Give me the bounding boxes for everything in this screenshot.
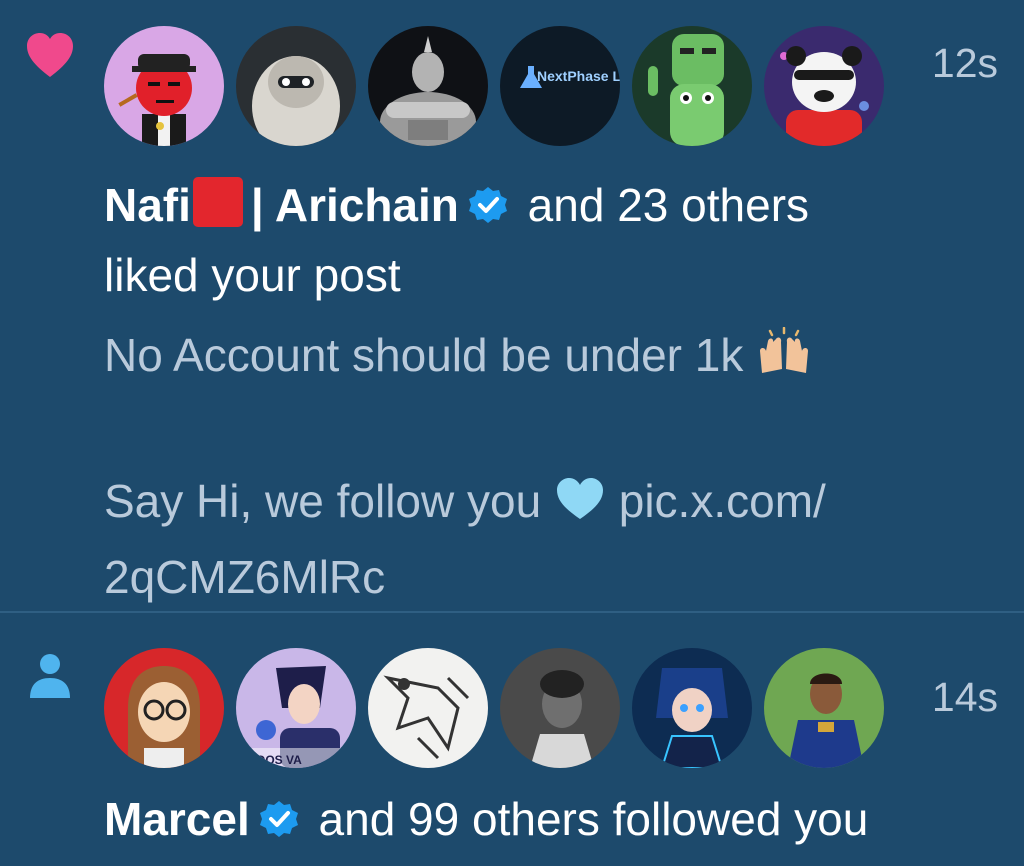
action-text: and 99 others followed you	[305, 793, 869, 845]
post-link-text-line3[interactable]: 2qCMZ6MlRc	[104, 542, 984, 612]
avatar-caption-text: ERDOS VA	[240, 753, 302, 767]
avatar-red-character[interactable]	[104, 26, 224, 146]
avatar-hooded-figure[interactable]	[236, 26, 356, 146]
avatar-sketch[interactable]	[368, 648, 488, 768]
action-text: and 23 others	[514, 179, 810, 231]
follow-notification[interactable]: ERDOS VA 14s Marcel and 99 others follow…	[0, 614, 1024, 866]
avatar-rhino-muscle[interactable]	[368, 26, 488, 146]
notification-divider	[0, 611, 1024, 613]
actor-name[interactable]: Nafi | Arichain	[104, 177, 459, 231]
post-text-line1: No Account should be under 1k	[104, 329, 744, 381]
post-line: No Account should be under 1k	[104, 320, 984, 396]
post-link-text[interactable]: pic.x.com/	[619, 475, 826, 527]
post-preview[interactable]: No Account should be under 1k Say Hi, we…	[104, 320, 984, 612]
notification-headline: Marcel and 99 others followed you	[104, 784, 1004, 854]
notification-headline: Nafi | Arichain and 23 others liked your …	[104, 170, 1004, 310]
person-icon	[28, 652, 72, 700]
post-text-line2: Say Hi, we follow you	[104, 475, 542, 527]
avatar-anime-blue[interactable]	[632, 648, 752, 768]
red-square-emoji	[192, 177, 243, 227]
avatar-nextphase-labs[interactable]: NextPhase Labs	[500, 26, 620, 146]
avatar-green-frog[interactable]	[632, 26, 752, 146]
raising-hands-emoji	[756, 326, 812, 396]
notification-time: 14s	[931, 674, 998, 720]
avatar-woman-bw[interactable]	[500, 648, 620, 768]
notifications-feed: NextPhase Labs	[0, 0, 1024, 866]
nextphase-logo-text: NextPhase Labs	[537, 68, 620, 84]
actor-name-suffix: | Arichain	[250, 179, 459, 231]
verified-badge-icon	[258, 799, 300, 841]
avatar-cricket-player[interactable]	[764, 648, 884, 768]
verified-badge-icon	[467, 185, 509, 227]
avatar-anime-boy[interactable]: ERDOS VA	[236, 648, 356, 768]
avatar-cartoon-glasses[interactable]	[104, 648, 224, 768]
light-blue-heart-emoji	[554, 472, 606, 542]
post-line: Say Hi, we follow you pic.x.com/	[104, 466, 984, 542]
actor-name-text: Nafi	[104, 179, 191, 231]
notification-time: 12s	[931, 40, 998, 86]
like-notification[interactable]: NextPhase Labs	[0, 0, 1024, 612]
heart-icon	[24, 30, 76, 82]
actor-name[interactable]: Marcel	[104, 793, 250, 845]
action-text-line2: liked your post	[104, 249, 401, 301]
avatar-panda[interactable]	[764, 26, 884, 146]
